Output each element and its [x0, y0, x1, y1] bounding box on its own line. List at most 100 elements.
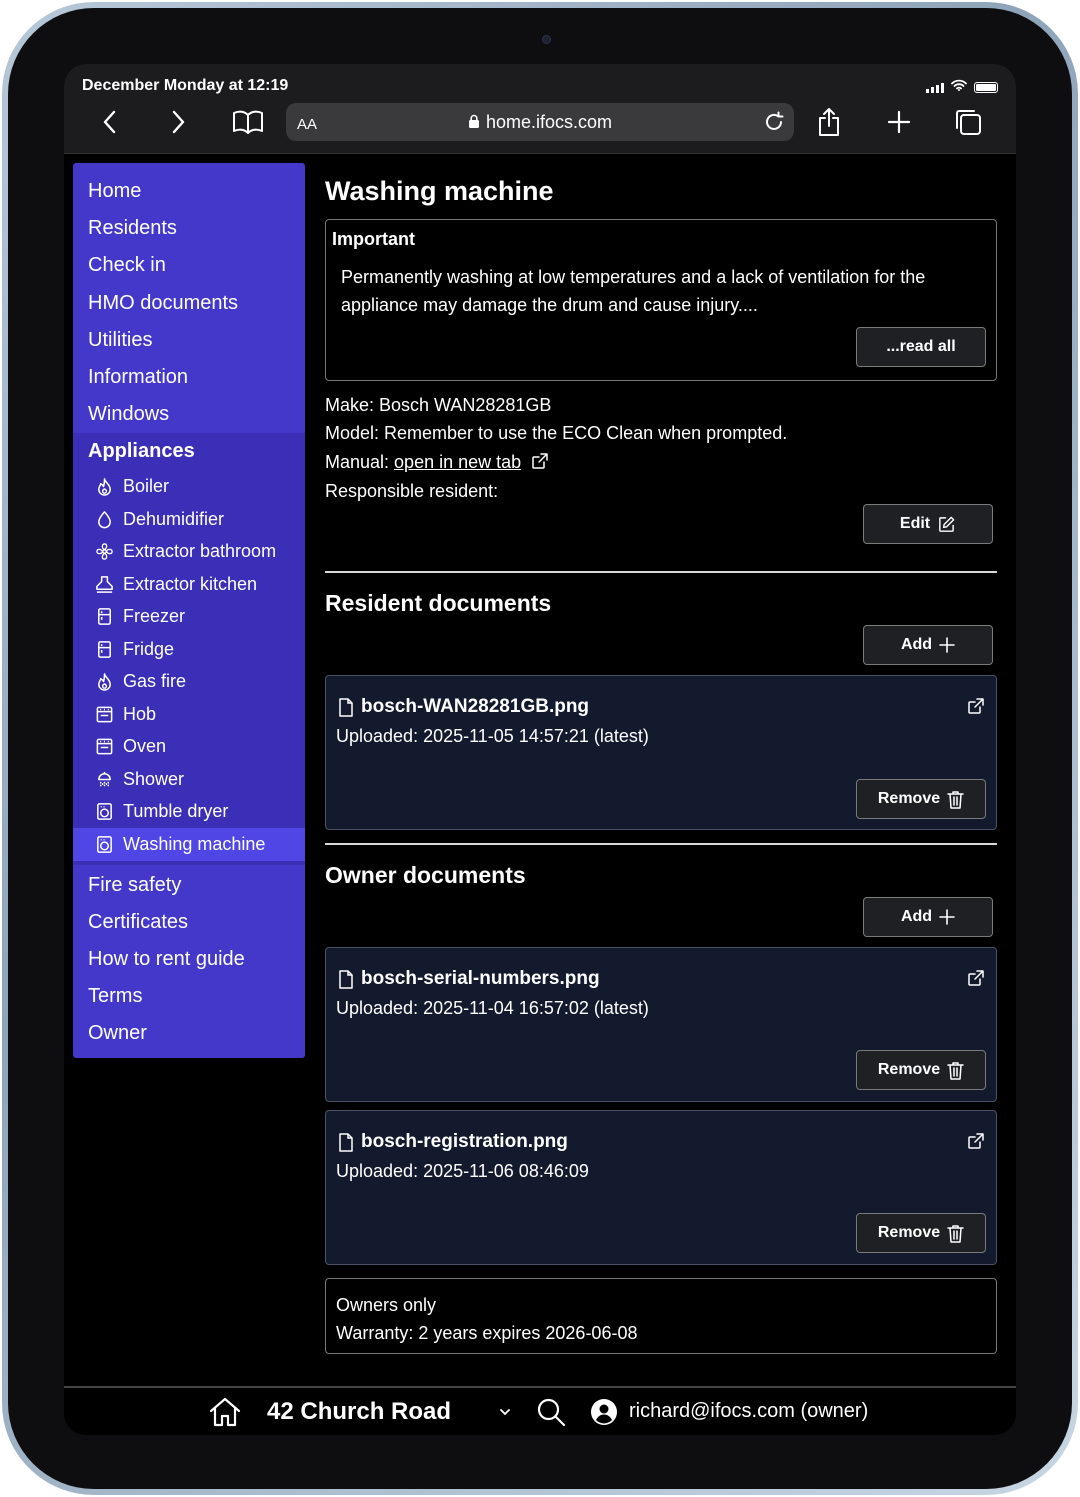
sidebar-item-hob[interactable]: Hob: [73, 698, 305, 731]
remove-button[interactable]: Remove: [856, 779, 986, 819]
sidebar-item-label: Tumble dryer: [123, 801, 229, 822]
sidebar-item-residents[interactable]: Residents: [73, 210, 305, 247]
page-title: Washing machine: [325, 176, 554, 206]
sidebar-item-oven[interactable]: Oven: [73, 731, 305, 764]
sidebar-item-certificates[interactable]: Certificates: [73, 904, 305, 941]
document-uploaded: Uploaded: 2025-11-04 16:57:02 (latest): [336, 998, 649, 1018]
property-name[interactable]: 42 Church Road: [267, 1388, 451, 1435]
external-link-icon[interactable]: [530, 451, 550, 471]
sidebar-item-information[interactable]: Information: [73, 359, 305, 396]
new-tab-button[interactable]: [881, 104, 917, 140]
sidebar-item-label: Boiler: [123, 476, 170, 497]
add-label: Add: [900, 908, 933, 925]
sidebar-item-tumble-dryer[interactable]: Tumble dryer: [73, 796, 305, 829]
resident-add-button[interactable]: Add: [863, 625, 993, 665]
sidebar-item-label: Shower: [123, 768, 185, 789]
sidebar-item-gas-fire[interactable]: Gas fire: [73, 666, 305, 699]
sidebar-bottom-group: Fire safety Certificates How to rent gui…: [73, 865, 305, 1053]
sidebar-item-label: Extractor kitchen: [123, 573, 258, 594]
forward-button[interactable]: [160, 104, 196, 140]
sidebar-item-label: Fridge: [123, 638, 175, 659]
sidebar-item-label: Extractor bathroom: [123, 541, 277, 562]
sidebar-section-appliances: Appliances Boiler Dehumidifier Extractor…: [73, 433, 305, 865]
washing-machine-icon: [97, 803, 112, 821]
sidebar-item-how-to-rent-guide[interactable]: How to rent guide: [73, 941, 305, 978]
user-menu[interactable]: richard@ifocs.com (owner): [590, 1388, 868, 1435]
shower-icon: [98, 771, 111, 787]
sidebar-item-label: Gas fire: [123, 671, 187, 692]
sidebar-item-freezer[interactable]: Freezer: [73, 601, 305, 634]
cellular-signal-icon: [926, 82, 944, 93]
droplet-icon: [98, 510, 111, 529]
resident-documents-section: Resident documents Add bosch-WAN28281GB.…: [325, 573, 997, 843]
screen: December Monday at 12:19 AA home.ifocs.c…: [64, 64, 1016, 1435]
external-link-icon: [968, 970, 984, 986]
sidebar-item-washing-machine[interactable]: Washing machine: [73, 828, 305, 861]
sidebar-item-terms[interactable]: Terms: [73, 978, 305, 1015]
manual-line: Manual: open in new tab: [325, 451, 550, 473]
sidebar-item-utilities[interactable]: Utilities: [73, 322, 305, 359]
external-link-icon: [968, 698, 984, 714]
resident-documents-title: Resident documents: [325, 590, 552, 616]
refrigerator-icon: [98, 608, 111, 626]
status-icons: [926, 78, 998, 96]
sidebar-item-fire-safety[interactable]: Fire safety: [73, 867, 305, 904]
url-label: home.ifocs.com: [485, 112, 613, 132]
battery-icon: [974, 81, 998, 93]
tabs-button[interactable]: [950, 104, 986, 140]
document-uploaded: Uploaded: 2025-11-06 08:46:09: [336, 1161, 589, 1181]
reload-button[interactable]: [762, 110, 786, 139]
sidebar-item-hmo-documents[interactable]: HMO documents: [73, 285, 305, 322]
sidebar-item-extractor-kitchen[interactable]: Extractor kitchen: [73, 568, 305, 601]
make-text: Make: Bosch WAN28281GB: [325, 395, 552, 415]
sidebar-item-owner[interactable]: Owner: [73, 1015, 305, 1052]
flame-icon: [98, 478, 111, 497]
edit-button[interactable]: Edit: [863, 504, 993, 544]
share-button[interactable]: [811, 104, 847, 140]
owner-documents-section: Owner documents Add bosch-serial-numbers…: [325, 845, 997, 1285]
url-text: home.ifocs.com: [286, 112, 794, 133]
read-all-button[interactable]: ...read all: [856, 327, 986, 367]
sidebar-item-boiler[interactable]: Boiler: [73, 471, 305, 504]
document-uploaded: Uploaded: 2025-11-05 14:57:21 (latest): [336, 726, 649, 746]
remove-button[interactable]: Remove: [856, 1213, 986, 1253]
address-bar[interactable]: AA home.ifocs.com: [286, 103, 794, 141]
trash-icon: [947, 790, 964, 809]
open-document-button[interactable]: [966, 1131, 986, 1156]
sidebar-item-appliances[interactable]: Appliances: [73, 433, 305, 470]
open-document-button[interactable]: [966, 696, 986, 721]
washing-machine-icon: [97, 835, 112, 853]
sidebar-item-home[interactable]: Home: [73, 173, 305, 210]
open-document-button[interactable]: [966, 968, 986, 993]
cooker-hood-icon: [96, 575, 113, 593]
back-button[interactable]: [92, 104, 128, 140]
front-camera: [542, 35, 551, 44]
chevron-down-icon: [500, 1408, 510, 1415]
document-card: bosch-registration.png Uploaded: 2025-11…: [325, 1110, 997, 1265]
sidebar-item-check-in[interactable]: Check in: [73, 247, 305, 284]
document-name: bosch-registration.png: [338, 1131, 568, 1153]
search-button[interactable]: [536, 1388, 566, 1435]
trash-icon: [947, 1224, 964, 1243]
document-filename[interactable]: bosch-registration.png: [361, 1131, 568, 1153]
sidebar-item-dehumidifier[interactable]: Dehumidifier: [73, 503, 305, 536]
remove-button[interactable]: Remove: [856, 1050, 986, 1090]
sidebar-item-windows[interactable]: Windows: [73, 396, 305, 433]
sidebar-item-fridge[interactable]: Fridge: [73, 633, 305, 666]
sidebar-item-extractor-bathroom[interactable]: Extractor bathroom: [73, 536, 305, 569]
sidebar-item-shower[interactable]: Shower: [73, 763, 305, 796]
home-button[interactable]: [208, 1388, 242, 1435]
bookmarks-button[interactable]: [230, 104, 266, 140]
owner-add-button[interactable]: Add: [863, 897, 993, 937]
document-filename[interactable]: bosch-serial-numbers.png: [361, 968, 600, 990]
flame-icon: [98, 673, 111, 692]
add-label: Add: [900, 636, 933, 653]
chevron-left-icon: [103, 110, 116, 134]
manual-link[interactable]: open in new tab: [394, 452, 521, 472]
status-time: December Monday at 12:19: [82, 77, 289, 94]
file-icon: [339, 697, 353, 717]
plus-icon: [887, 110, 911, 134]
property-dropdown[interactable]: [498, 1388, 512, 1435]
important-notice: Important Permanently washing at low tem…: [325, 219, 997, 381]
document-filename[interactable]: bosch-WAN28281GB.png: [361, 696, 589, 718]
